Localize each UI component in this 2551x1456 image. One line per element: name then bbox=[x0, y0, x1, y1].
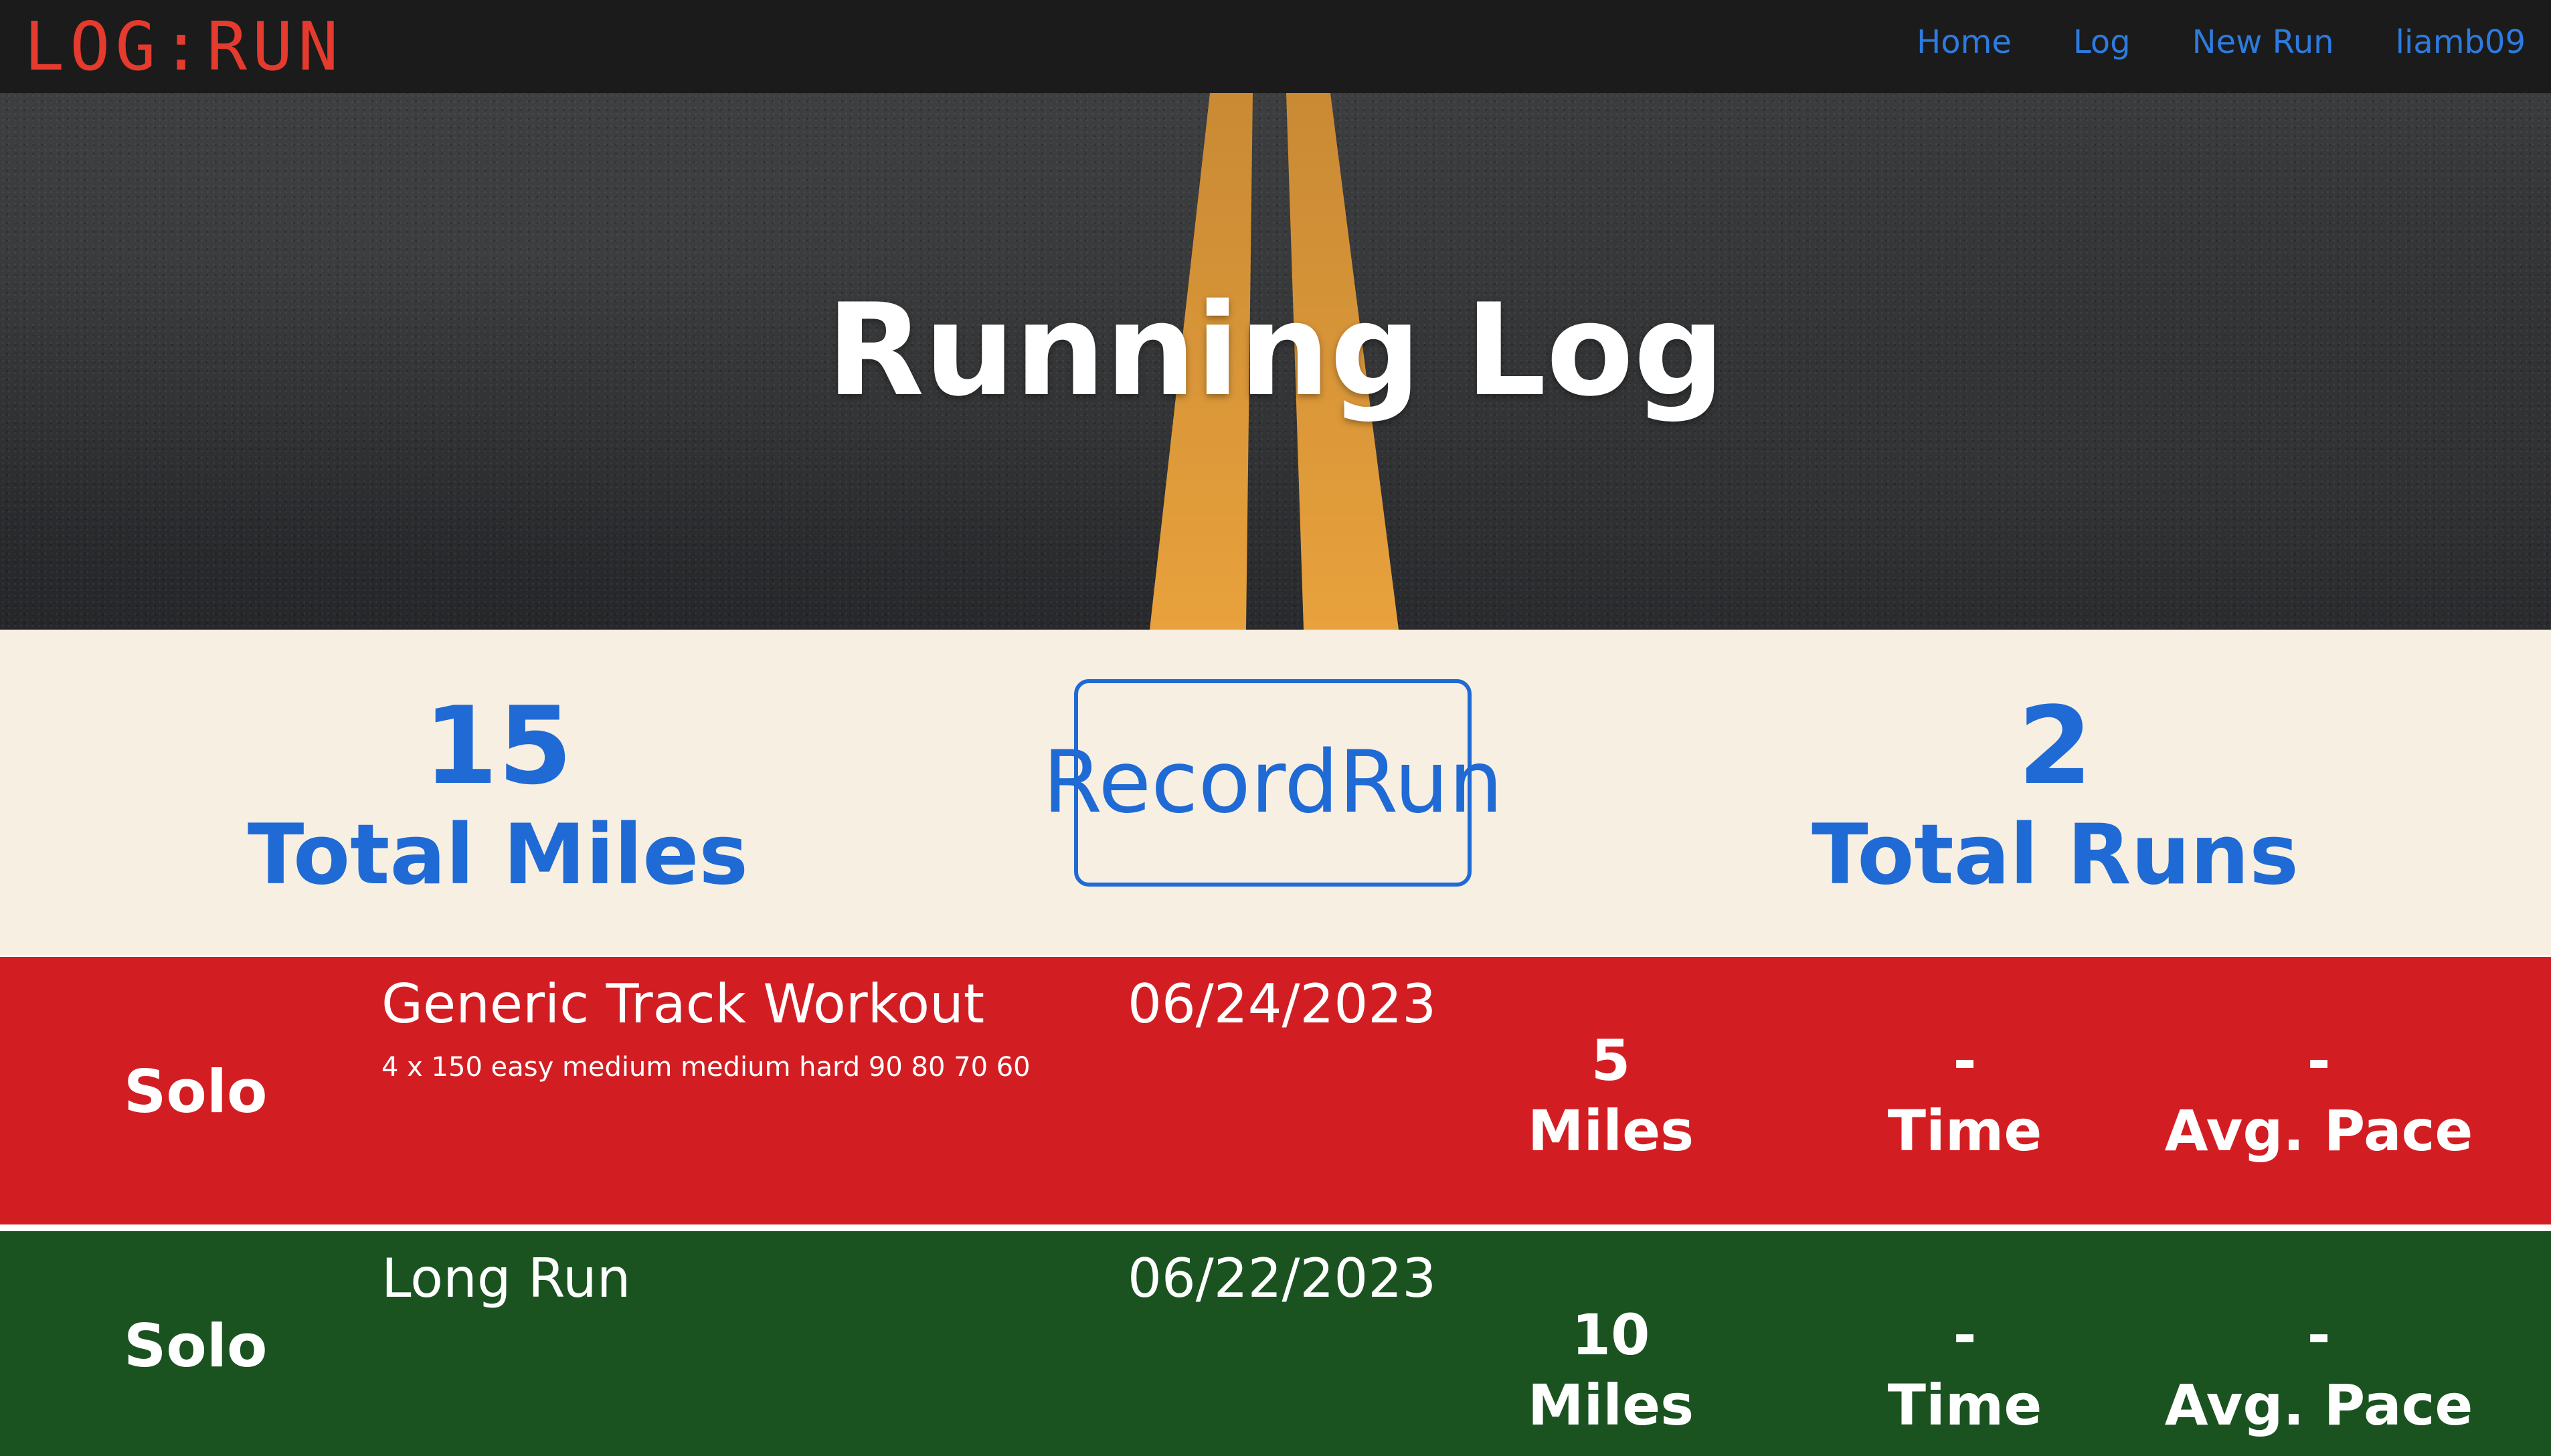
run-type: Solo bbox=[124, 1057, 268, 1126]
nav-link-user[interactable]: liamb09 bbox=[2396, 23, 2526, 61]
run-date: 06/24/2023 bbox=[1128, 973, 1437, 1035]
run-title: Generic Track Workout bbox=[381, 973, 985, 1035]
total-miles-value: 15 bbox=[423, 683, 573, 808]
run-miles-label: Miles bbox=[1527, 1372, 1694, 1438]
stats-panel: 15 Total Miles Record Run 2 Total Runs bbox=[0, 630, 2551, 955]
run-time-label: Time bbox=[1887, 1372, 2042, 1438]
run-row[interactable]: Solo Generic Track Workout 4 x 150 easy … bbox=[0, 957, 2551, 1224]
run-date: 06/22/2023 bbox=[1128, 1247, 1437, 1309]
run-miles: 5 Miles bbox=[1443, 1026, 1778, 1166]
total-runs-value: 2 bbox=[2018, 683, 2093, 808]
run-miles: 10 Miles bbox=[1443, 1300, 1778, 1441]
total-runs-stat: 2 Total Runs bbox=[1754, 693, 2356, 903]
run-time-label: Time bbox=[1887, 1098, 2042, 1164]
run-pace: - Avg. Pace bbox=[2151, 1026, 2486, 1166]
hero-banner: Running Log bbox=[0, 93, 2551, 630]
run-row[interactable]: Solo Long Run 06/22/2023 10 Miles - Time… bbox=[0, 1231, 2551, 1456]
run-time-value: - bbox=[1953, 1302, 1977, 1368]
total-runs-label: Total Runs bbox=[1812, 807, 2299, 903]
run-miles-value: 5 bbox=[1591, 1028, 1631, 1093]
navbar: LOG:RUN Home Log New Run liamb09 bbox=[0, 0, 2551, 93]
nav-link-new-run[interactable]: New Run bbox=[2192, 23, 2334, 61]
total-miles-label: Total Miles bbox=[247, 807, 749, 903]
page-title: Running Log bbox=[826, 276, 1725, 424]
run-title: Long Run bbox=[381, 1247, 631, 1309]
run-pace-label: Avg. Pace bbox=[2164, 1372, 2473, 1438]
app-logo[interactable]: LOG:RUN bbox=[24, 13, 343, 80]
nav-link-home[interactable]: Home bbox=[1917, 23, 2012, 61]
run-time: - Time bbox=[1797, 1300, 2132, 1441]
run-time: - Time bbox=[1797, 1026, 2132, 1166]
record-run-button[interactable]: Record Run bbox=[1043, 679, 1503, 887]
run-miles-value: 10 bbox=[1571, 1302, 1650, 1368]
total-miles-stat: 15 Total Miles bbox=[197, 693, 799, 903]
run-pace-value: - bbox=[2307, 1028, 2331, 1093]
row-divider bbox=[0, 1224, 2551, 1231]
run-pace: - Avg. Pace bbox=[2151, 1300, 2486, 1441]
run-time-value: - bbox=[1953, 1028, 1977, 1093]
run-pace-label: Avg. Pace bbox=[2164, 1098, 2473, 1164]
run-description: 4 x 150 easy medium medium hard 90 80 70… bbox=[381, 1052, 1031, 1083]
run-pace-value: - bbox=[2307, 1302, 2331, 1368]
run-miles-label: Miles bbox=[1527, 1098, 1694, 1164]
nav-links: Home Log New Run liamb09 bbox=[1917, 0, 2526, 84]
run-type: Solo bbox=[124, 1311, 268, 1380]
nav-link-log[interactable]: Log bbox=[2073, 23, 2131, 61]
